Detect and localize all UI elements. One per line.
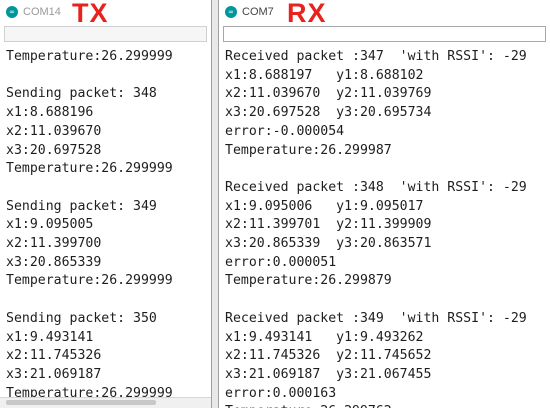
console-line: x1:8.688197 y1:8.688102 — [225, 67, 424, 83]
console-line: Temperature:26.299879 — [225, 273, 392, 289]
console-line: error:0.000163 — [225, 385, 337, 401]
console-line: x2:11.399700 — [6, 236, 102, 251]
rx-console-output: Received packet :347 'with RSSI': -29 x1:… — [219, 44, 550, 408]
rx-serial-monitor-window: ∞ COM7 RX Received packet :347 'with RSS… — [218, 0, 550, 408]
console-line: Received packet :348 'with RSSI': -29 — [225, 179, 527, 195]
console-line: x1:9.493141 y1:9.493262 — [225, 329, 424, 345]
console-line: x2:11.745326 y2:11.745652 — [225, 348, 432, 364]
console-line: x3:20.697528 — [6, 142, 102, 158]
arduino-icon: ∞ — [6, 6, 18, 18]
console-line: Sending packet: 349 — [6, 198, 157, 214]
console-line: error:-0.000054 — [225, 123, 345, 139]
console-line: Temperature:26.299762 — [225, 403, 550, 408]
tx-label: TX — [72, 0, 109, 28]
tx-horizontal-scrollbar[interactable] — [0, 397, 211, 408]
console-line: x1:8.688196 — [6, 105, 94, 121]
rx-title-bar: ∞ COM7 — [219, 0, 550, 24]
tx-window-title: COM14 — [23, 6, 61, 18]
tx-scroll-thumb[interactable] — [6, 400, 156, 405]
console-line: x3:20.865339 — [6, 254, 102, 270]
console-line: x1:9.095005 — [6, 217, 94, 233]
tx-serial-monitor-window: ∞ COM14 TX Temperature:26.299999 Sending … — [0, 0, 212, 408]
rx-window-title: COM7 — [242, 6, 274, 18]
console-line: x2:11.399701 y2:11.399909 — [225, 217, 432, 233]
tx-console-output: Temperature:26.299999 Sending packet: 348… — [0, 44, 211, 403]
console-line: x3:20.865339 y3:20.863571 — [225, 236, 432, 252]
console-line: Temperature:26.299999 — [6, 273, 173, 289]
console-line: x2:11.039670 — [6, 123, 102, 139]
console-line: Temperature:26.299999 — [6, 161, 173, 177]
console-line: x3:21.069187 y3:21.067455 — [225, 366, 432, 382]
console-line: x3:21.069187 — [6, 366, 102, 382]
arduino-icon: ∞ — [225, 6, 237, 18]
console-line: Sending packet: 350 — [6, 310, 157, 326]
console-line: x2:11.745326 — [6, 348, 102, 364]
console-line: Sending packet: 348 — [6, 86, 157, 102]
console-line: Received packet :347 'with RSSI': -29 — [225, 49, 527, 64]
rx-send-input[interactable] — [223, 26, 546, 42]
console-line: x3:20.697528 y3:20.695734 — [225, 105, 432, 121]
console-line: x1:9.493141 — [6, 329, 94, 345]
console-line: Received packet :349 'with RSSI': -29 — [225, 310, 527, 326]
console-line: x2:11.039670 y2:11.039769 — [225, 86, 432, 102]
console-line: x1:9.095006 y1:9.095017 — [225, 198, 424, 214]
console-line: error:0.000051 — [225, 254, 337, 270]
console-line: Temperature:26.299987 — [225, 142, 392, 158]
rx-input-bar — [219, 24, 550, 44]
rx-label: RX — [287, 0, 327, 28]
console-line: Temperature:26.299999 — [6, 49, 173, 64]
